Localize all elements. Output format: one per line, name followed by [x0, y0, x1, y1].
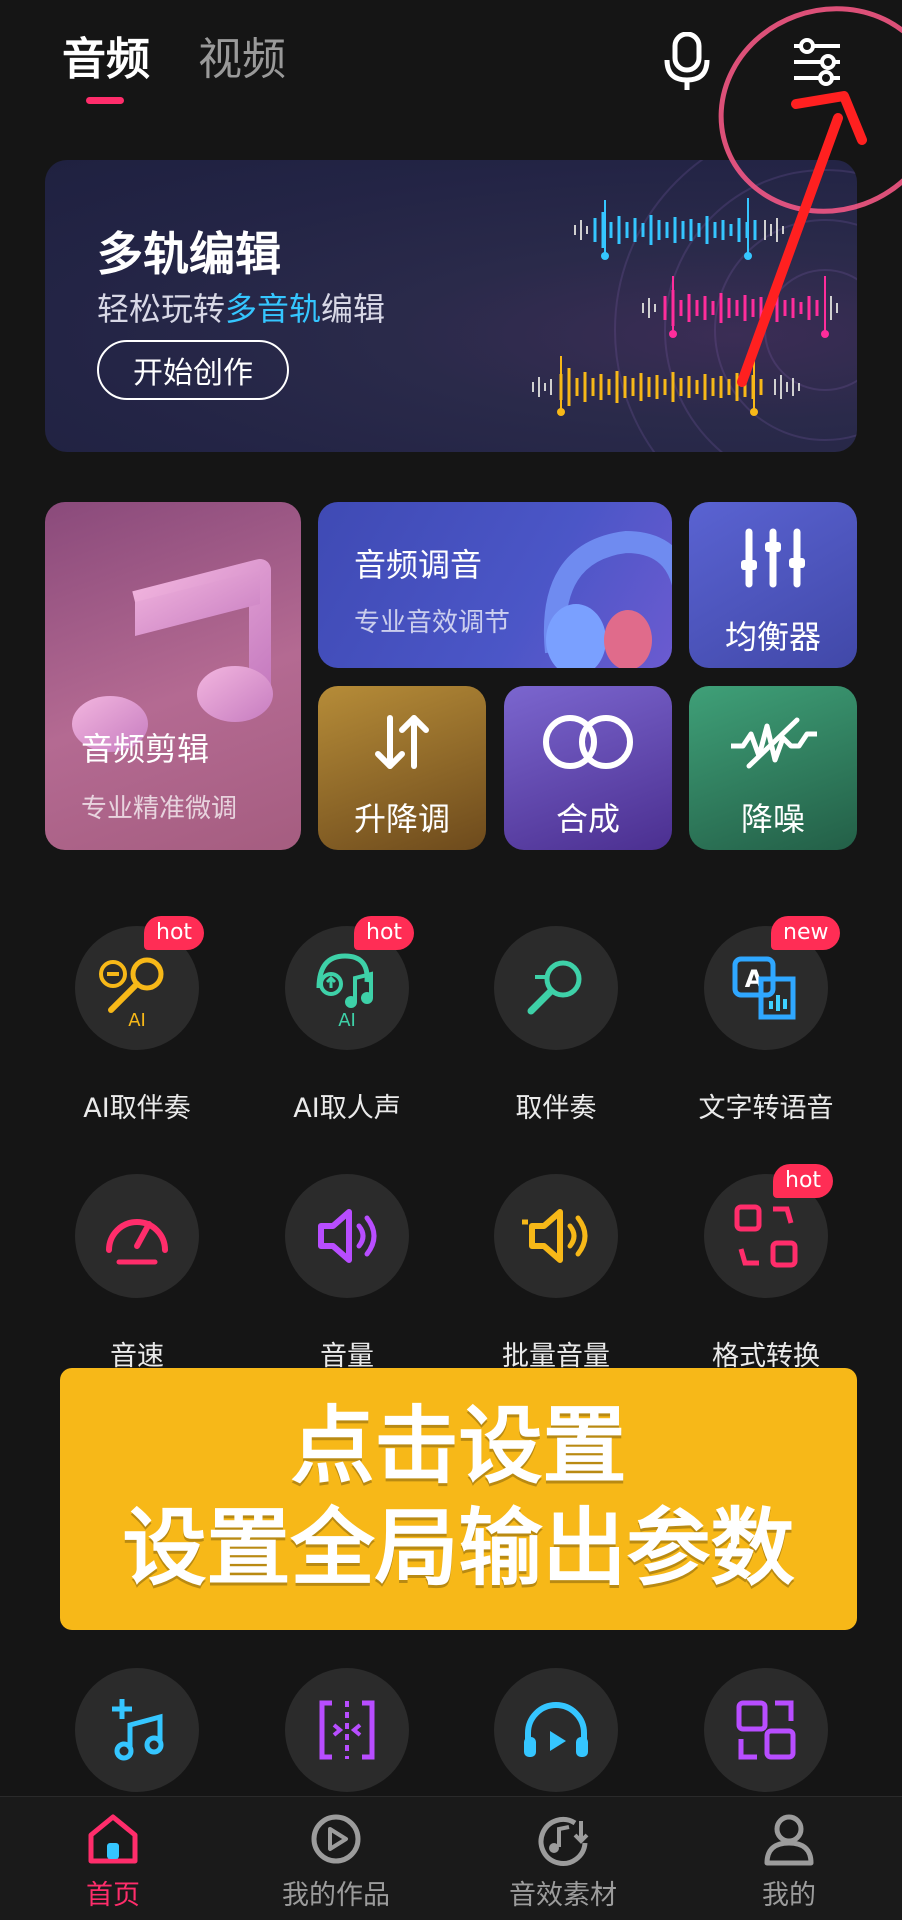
- music-download-icon: [533, 1809, 593, 1869]
- add-music-icon: [75, 1668, 199, 1792]
- denoise-card[interactable]: 降噪: [689, 686, 857, 850]
- audio-tune-subtitle: 专业音效调节: [354, 608, 511, 638]
- convert-files-icon: [704, 1668, 828, 1792]
- hot-badge: hot: [354, 916, 415, 950]
- new-badge: new: [771, 916, 841, 950]
- mix-label: 合成: [555, 800, 620, 838]
- tool-batch-volume[interactable]: 批量音量: [461, 1174, 651, 1374]
- hot-badge: hot: [144, 916, 205, 950]
- nav-home[interactable]: 首页: [23, 1809, 203, 1920]
- nav-label: 我的作品: [282, 1880, 390, 1911]
- audio-tune-title: 音频调音: [354, 546, 483, 584]
- tool-accompaniment[interactable]: 取伴奏: [461, 926, 651, 1126]
- mix-card[interactable]: 合成: [504, 686, 672, 850]
- pitch-label: 升降调: [353, 800, 450, 838]
- speedometer-icon: [75, 1174, 199, 1298]
- nav-label: 首页: [86, 1880, 140, 1911]
- tool-format-convert[interactable]: hot 格式转换: [671, 1164, 861, 1374]
- audio-edit-title: 音频剪辑: [81, 730, 210, 768]
- svg-text:AI: AI: [338, 1010, 356, 1028]
- denoise-label: 降噪: [740, 800, 805, 838]
- overlap-circles-icon: [543, 715, 633, 769]
- bottom-nav: 首页 我的作品 音效素材 我的: [0, 1796, 902, 1920]
- tool-volume[interactable]: 音量: [252, 1174, 442, 1374]
- home-icon: [83, 1809, 143, 1869]
- audio-edit-card[interactable]: 音频剪辑 专业精准微调: [45, 502, 301, 850]
- overlay-line-1: 点击设置: [290, 1397, 627, 1495]
- split-icon: [285, 1668, 409, 1792]
- nav-profile[interactable]: 我的: [699, 1809, 879, 1920]
- play-icon: [306, 1809, 366, 1869]
- instruction-overlay: 点击设置 设置全局输出参数: [60, 1368, 857, 1630]
- headphones-icon: [543, 530, 672, 668]
- svg-text:AI: AI: [128, 1010, 146, 1028]
- tool-ai-vocal[interactable]: AI hot AI取人声: [252, 916, 442, 1126]
- tool-speed[interactable]: 音速: [42, 1174, 232, 1374]
- tool-label: 文字转语音: [698, 1093, 834, 1124]
- batch-volume-icon: [494, 1174, 618, 1298]
- nav-sound-effects[interactable]: 音效素材: [473, 1809, 653, 1920]
- volume-icon: [285, 1174, 409, 1298]
- tool-label: 取伴奏: [515, 1093, 597, 1124]
- denoise-wave-icon: [731, 717, 817, 769]
- user-icon: [759, 1809, 819, 1869]
- tool-label: AI取伴奏: [83, 1093, 191, 1124]
- nav-label: 音效素材: [509, 1880, 617, 1911]
- equalizer-icon: [741, 528, 805, 588]
- equalizer-card[interactable]: 均衡器: [689, 502, 857, 668]
- pitch-card[interactable]: 升降调: [318, 686, 486, 850]
- tool-text-to-speech[interactable]: A new 文字转语音: [671, 916, 861, 1126]
- audio-tune-card[interactable]: 音频调音 专业音效调节: [318, 502, 672, 668]
- pitch-arrows-icon: [375, 715, 429, 769]
- audio-edit-subtitle: 专业精准微调: [81, 794, 238, 824]
- mic-icon: [494, 926, 618, 1050]
- equalizer-label: 均衡器: [724, 618, 821, 656]
- annotation-arrow: [718, 6, 902, 387]
- nav-label: 我的: [762, 1880, 816, 1911]
- tool-label: AI取人声: [293, 1093, 401, 1124]
- tool-ai-accompaniment[interactable]: AI hot AI取伴奏: [42, 916, 232, 1126]
- nav-my-works[interactable]: 我的作品: [246, 1809, 426, 1920]
- headphones-play-icon: [494, 1668, 618, 1792]
- overlay-line-2: 设置全局输出参数: [122, 1499, 795, 1597]
- hot-badge: hot: [773, 1164, 834, 1198]
